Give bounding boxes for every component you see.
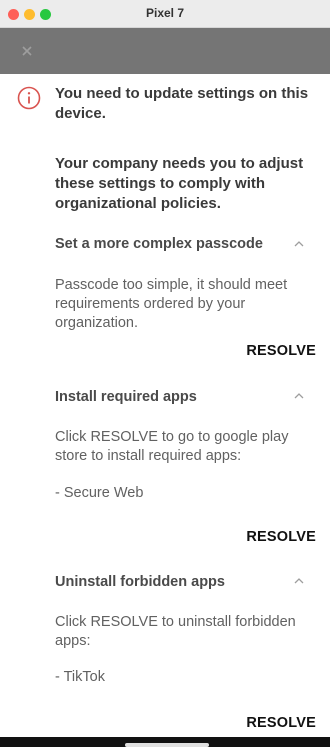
emulator-window: Pixel 7 You need to update settings on t…	[0, 0, 330, 747]
chevron-up-icon[interactable]	[292, 389, 306, 403]
resolve-passcode-button[interactable]: RESOLVE	[246, 343, 316, 359]
navigation-bar	[0, 737, 330, 747]
window-titlebar: Pixel 7	[0, 0, 330, 28]
close-icon[interactable]	[22, 46, 32, 56]
window-title: Pixel 7	[145, 6, 185, 20]
resolve-required-apps-button[interactable]: RESOLVE	[246, 529, 316, 545]
section-description: Click RESOLVE to uninstall forbidden app…	[55, 614, 296, 649]
section-description: Passcode too simple, it should meet requ…	[55, 277, 288, 331]
compliance-intro: Your company needs you to adjust these s…	[55, 155, 304, 212]
resolve-forbidden-apps-button[interactable]: RESOLVE	[246, 715, 316, 731]
section-title[interactable]: Install required apps	[55, 387, 285, 407]
chevron-up-icon[interactable]	[292, 574, 306, 588]
section-description: Click RESOLVE to go to google play store…	[55, 429, 289, 464]
home-gesture-handle[interactable]	[125, 743, 209, 747]
required-app-item: - Secure Web	[55, 485, 144, 501]
compliance-heading: You need to update settings on this devi…	[55, 85, 309, 122]
app-bar	[0, 28, 330, 74]
info-circle-icon	[17, 86, 41, 110]
forbidden-app-item: - TikTok	[55, 669, 105, 685]
chevron-up-icon[interactable]	[292, 237, 306, 251]
section-title[interactable]: Uninstall forbidden apps	[55, 572, 285, 592]
section-title[interactable]: Set a more complex passcode	[55, 234, 285, 254]
